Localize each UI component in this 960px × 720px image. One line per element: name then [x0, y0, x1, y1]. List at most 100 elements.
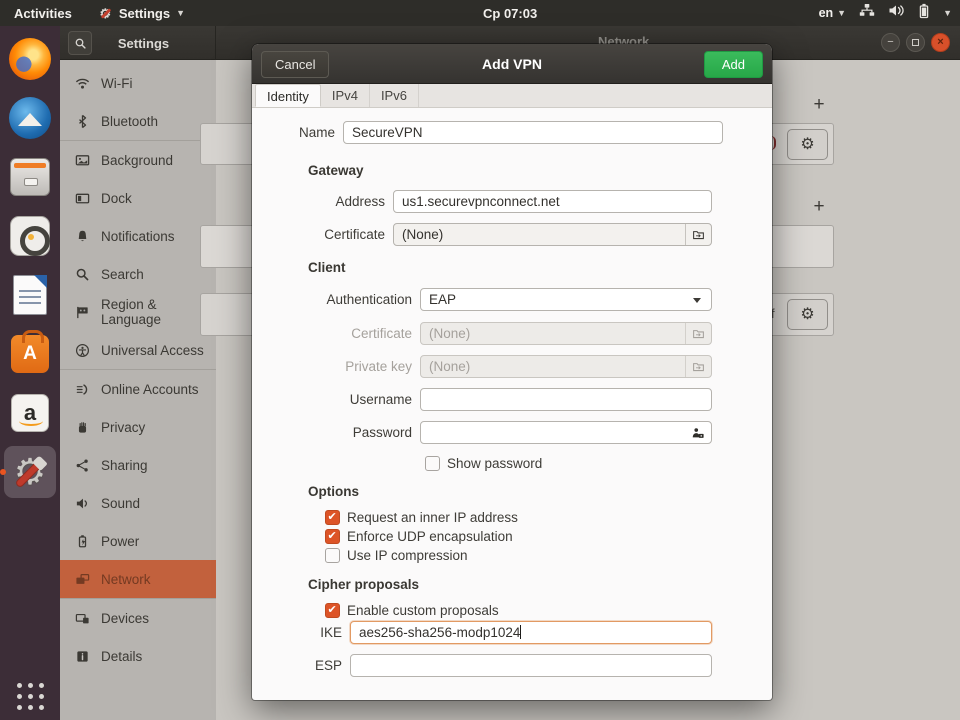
dock-item-thunderbird[interactable] — [4, 92, 56, 144]
address-input[interactable]: us1.securevpnconnect.net — [393, 190, 712, 213]
checkbox-label: Enforce UDP encapsulation — [347, 529, 513, 544]
tab-ipv6[interactable]: IPv6 — [370, 84, 419, 107]
tab-ipv4[interactable]: IPv4 — [321, 84, 370, 107]
network-icon[interactable] — [859, 3, 875, 23]
proxy-settings-button[interactable]: ⚙ — [787, 299, 828, 330]
name-input[interactable]: SecureVPN — [343, 121, 723, 144]
running-indicator-dot — [0, 469, 6, 475]
tab-identity[interactable]: Identity — [255, 84, 321, 107]
ip-compression-checkbox[interactable]: Use IP compression — [325, 547, 468, 563]
sidebar-item-power[interactable]: Power — [60, 522, 216, 560]
top-bar: Activities ⚙ Settings ▼ Cp 07:03 en▼ ▼ — [0, 0, 960, 26]
sidebar-item-wifi[interactable]: Wi-Fi — [60, 64, 216, 102]
dock-item-libreoffice-writer[interactable] — [4, 269, 56, 321]
dock-item-firefox[interactable] — [4, 33, 56, 85]
connection-settings-button[interactable]: ⚙ — [787, 129, 828, 160]
sidebar-item-search[interactable]: Search — [60, 255, 216, 293]
enable-custom-proposals-checkbox[interactable]: Enable custom proposals — [325, 602, 499, 618]
sidebar-item-label: Search — [101, 267, 144, 282]
checkbox-label: Enable custom proposals — [347, 603, 499, 618]
close-button[interactable]: × — [931, 33, 950, 52]
activities-button[interactable]: Activities — [10, 0, 76, 26]
sidebar-item-universal-access[interactable]: Universal Access — [60, 331, 216, 369]
checkbox-checked-icon — [325, 603, 340, 618]
sidebar-item-devices[interactable]: Devices — [60, 599, 216, 637]
sidebar-item-notifications[interactable]: Notifications — [60, 217, 216, 255]
username-input[interactable] — [420, 388, 712, 411]
background-icon — [75, 153, 90, 168]
show-password-label: Show password — [447, 456, 542, 471]
dock-item-settings[interactable]: ⚙ — [4, 446, 56, 498]
sidebar-item-label: Sound — [101, 496, 140, 511]
sidebar-item-privacy[interactable]: Privacy — [60, 408, 216, 446]
keyboard-layout-indicator[interactable]: en▼ — [819, 6, 847, 20]
sidebar-item-region-language[interactable]: Region & Language — [60, 293, 216, 331]
search-button[interactable] — [68, 31, 92, 55]
add-connection-button[interactable]: + — [810, 96, 828, 114]
sidebar-item-background[interactable]: Background — [60, 141, 216, 179]
password-label: Password — [252, 425, 420, 440]
client-certificate-chooser: (None) — [420, 322, 712, 345]
gateway-certificate-label: Certificate — [252, 227, 393, 242]
clock[interactable]: Cp 07:03 — [483, 0, 537, 26]
dialog-title: Add VPN — [252, 44, 772, 84]
ike-input[interactable]: aes256-sha256-modp1024 — [350, 621, 712, 644]
bluetooth-icon — [75, 114, 90, 129]
chevron-down-icon: ▼ — [176, 8, 185, 18]
settings-app-icon: ⚙ — [98, 6, 113, 21]
sidebar-item-bluetooth[interactable]: Bluetooth — [60, 102, 216, 140]
sidebar-item-online-accounts[interactable]: Online Accounts — [60, 370, 216, 408]
authentication-dropdown[interactable]: EAP — [420, 288, 712, 311]
sidebar-header: Settings — [60, 26, 216, 60]
file-chooser-icon — [685, 356, 711, 377]
esp-input[interactable] — [350, 654, 712, 677]
sidebar-title: Settings — [92, 36, 215, 51]
volume-icon[interactable] — [888, 3, 905, 23]
sidebar-item-label: Universal Access — [101, 343, 204, 358]
chevron-down-icon — [693, 298, 701, 303]
show-password-checkbox[interactable]: Show password — [425, 455, 542, 471]
flag-icon — [75, 305, 90, 320]
battery-icon[interactable] — [918, 3, 930, 24]
sidebar-item-sound[interactable]: Sound — [60, 484, 216, 522]
sidebar-item-dock[interactable]: Dock — [60, 179, 216, 217]
add-button[interactable]: Add — [704, 51, 763, 78]
info-icon — [75, 649, 90, 664]
sidebar-item-network[interactable]: Network — [60, 560, 216, 598]
dock-item-rhythmbox[interactable] — [4, 210, 56, 262]
address-label: Address — [252, 194, 393, 209]
sidebar-item-sharing[interactable]: Sharing — [60, 446, 216, 484]
sidebar-item-label: Region & Language — [101, 297, 216, 327]
settings-sidebar: Wi-Fi Bluetooth Background Dock Notifica… — [60, 60, 216, 720]
authentication-label: Authentication — [252, 292, 420, 307]
request-inner-ip-checkbox[interactable]: Request an inner IP address — [325, 509, 518, 525]
text-cursor — [520, 625, 521, 639]
gateway-certificate-chooser[interactable]: (None) — [393, 223, 712, 246]
enforce-udp-checkbox[interactable]: Enforce UDP encapsulation — [325, 528, 513, 544]
password-storage-icon[interactable] — [685, 422, 711, 443]
app-menu[interactable]: ⚙ Settings ▼ — [94, 0, 189, 26]
add-vpn-button[interactable]: + — [810, 198, 828, 216]
dock-item-amazon[interactable]: a — [4, 387, 56, 439]
search-icon — [75, 267, 90, 282]
minimize-button[interactable]: − — [881, 33, 900, 52]
dock-item-show-applications[interactable] — [0, 683, 60, 710]
privacy-hand-icon — [75, 420, 90, 435]
checkbox-checked-icon — [325, 510, 340, 525]
password-input[interactable] — [420, 421, 712, 444]
maximize-button[interactable] — [906, 33, 925, 52]
client-certificate-label: Certificate — [252, 326, 420, 341]
dock-item-files[interactable] — [4, 151, 56, 203]
ubuntu-software-icon: A — [11, 335, 49, 373]
private-key-label: Private key — [252, 359, 420, 374]
sidebar-item-details[interactable]: Details — [60, 637, 216, 675]
dock-icon — [75, 191, 90, 206]
checkbox-checked-icon — [325, 529, 340, 544]
gateway-heading: Gateway — [308, 163, 364, 178]
sidebar-item-label: Dock — [101, 191, 132, 206]
system-menu-chevron-icon[interactable]: ▼ — [943, 8, 952, 18]
firefox-icon — [9, 38, 51, 80]
dock-item-ubuntu-software[interactable]: A — [4, 328, 56, 380]
dialog-titlebar: Cancel Add VPN Add — [252, 44, 772, 84]
checkbox-icon — [325, 548, 340, 563]
